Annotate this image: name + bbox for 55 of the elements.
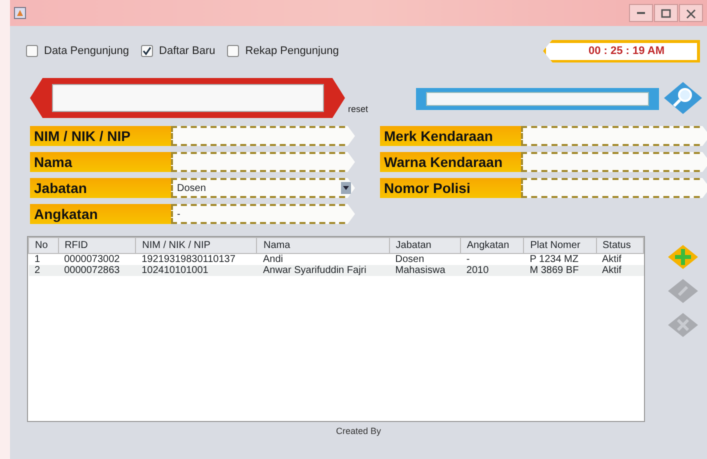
table-cell: 19219319830110137 [136, 254, 257, 265]
column-header[interactable]: NIM / NIK / NIP [136, 238, 257, 254]
column-header[interactable]: Jabatan [389, 238, 460, 254]
field-label: Nomor Polisi [380, 178, 521, 198]
table-cell: 2010 [460, 265, 524, 276]
column-header[interactable]: RFID [58, 238, 136, 254]
table-cell: Aktif [596, 254, 644, 265]
column-header[interactable]: Status [596, 238, 644, 254]
checkbox[interactable]: Data Pengunjung [26, 42, 130, 60]
table-cell: Aktif [596, 265, 644, 276]
table-cell: Andi [256, 254, 390, 265]
input-field[interactable] [521, 152, 707, 172]
input-field[interactable] [171, 152, 355, 172]
footer-text: Created By [334, 425, 382, 438]
table-cell: Dosen [389, 254, 460, 265]
add-button[interactable] [667, 244, 699, 270]
reset-link[interactable]: reset [348, 102, 368, 116]
table-cell: Mahasiswa [389, 265, 460, 276]
field-label: Warna Kendaraan [380, 152, 521, 172]
table-cell: 0000072863 [58, 265, 136, 276]
table-cell: 1 [28, 254, 58, 265]
checkbox[interactable]: Rekap Pengunjung [227, 42, 339, 60]
search-button[interactable] [663, 81, 703, 115]
input-field[interactable] [521, 126, 707, 146]
checkmark-icon [142, 46, 152, 56]
input-field[interactable]: - [171, 204, 355, 224]
close-icon [684, 6, 698, 20]
input-dropdown[interactable]: Dosen [171, 178, 355, 198]
field-label: Jabatan [30, 178, 171, 198]
minimize-button[interactable] [629, 4, 653, 22]
close-button[interactable] [679, 4, 703, 22]
table-cell: - [460, 254, 524, 265]
app-icon [14, 7, 26, 19]
column-header[interactable]: Nama [256, 238, 390, 254]
table-cell: 2 [28, 265, 58, 276]
table-cell: Anwar Syarifuddin Fajri [256, 265, 390, 276]
field-label: NIM / NIK / NIP [30, 126, 171, 146]
checkbox[interactable]: Daftar Baru [141, 42, 216, 60]
table-cell: M 3869 BF [524, 265, 596, 276]
input-field[interactable] [521, 178, 707, 198]
clock-display: 00 : 25 : 19 AM [543, 40, 700, 62]
column-header[interactable]: Plat Nomer [524, 238, 596, 254]
maximize-button[interactable] [654, 4, 678, 22]
field-label: Nama [30, 152, 171, 172]
field-label: Merk Kendaraan [380, 126, 521, 146]
input-field[interactable] [171, 126, 355, 146]
table-cell: P 1234 MZ [524, 254, 596, 265]
field-label: Angkatan [30, 204, 171, 224]
table-cell: 102410101001 [136, 265, 257, 276]
column-header[interactable]: Angkatan [460, 238, 524, 254]
minimize-icon [637, 12, 645, 14]
search-field[interactable] [416, 88, 659, 110]
maximize-icon [659, 6, 673, 20]
table-cell: 0000073002 [58, 254, 136, 265]
column-header[interactable]: No [28, 238, 58, 254]
